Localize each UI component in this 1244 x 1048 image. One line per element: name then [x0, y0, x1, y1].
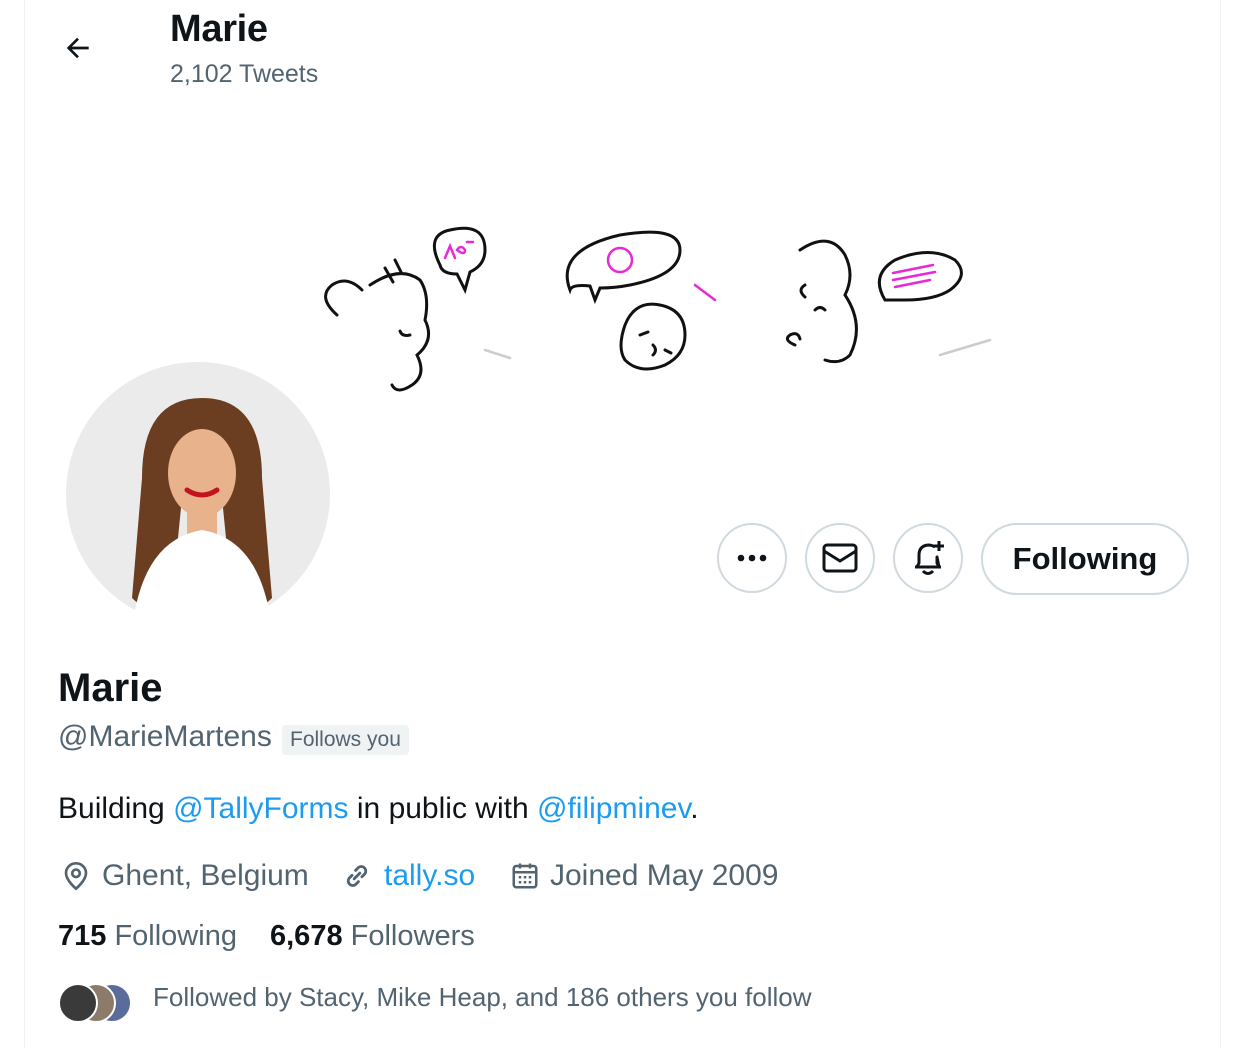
more-horizontal-icon	[737, 554, 767, 562]
location-pin-icon	[64, 861, 88, 891]
location: Ghent, Belgium	[60, 856, 309, 896]
profile-photo	[66, 362, 330, 626]
bio-text: in public with	[348, 792, 537, 825]
join-date-text: Joined May 2009	[550, 859, 779, 892]
doodle-face-left	[324, 258, 431, 392]
bio-text: .	[690, 792, 699, 825]
join-date: Joined May 2009	[510, 856, 779, 896]
followers-count-link[interactable]: 6,678 Followers	[270, 920, 475, 953]
mention-link[interactable]: @filipminev	[537, 792, 690, 825]
speech-bubble-numbers	[565, 230, 682, 305]
followed-by-text[interactable]: Followed by Stacy, Mike Heap, and 186 ot…	[153, 982, 812, 1013]
followers-you-know-avatars[interactable]	[58, 983, 132, 1023]
calendar-icon	[512, 863, 538, 889]
user-handle: @MarieMartens	[58, 720, 272, 753]
followers-label: Followers	[350, 920, 475, 952]
location-text: Ghent, Belgium	[102, 859, 309, 892]
following-label: Following	[114, 920, 237, 952]
following-button[interactable]: Following	[981, 523, 1189, 595]
follows-you-badge: Follows you	[282, 725, 409, 755]
arrow-left-icon	[66, 37, 89, 59]
speech-bubble-nop	[432, 226, 487, 295]
following-count: 715	[58, 920, 107, 952]
display-name: Marie	[58, 666, 163, 710]
doodle-face-middle	[619, 302, 687, 371]
link-icon	[346, 865, 368, 887]
speech-bubble-exclaim	[877, 251, 963, 302]
notifications-button[interactable]	[893, 523, 963, 593]
website: tally.so	[340, 856, 475, 896]
header-title: Marie	[170, 8, 268, 50]
mention-link[interactable]: @TallyForms	[173, 792, 348, 825]
envelope-icon	[822, 543, 858, 573]
tweet-count: 2,102 Tweets	[170, 60, 319, 88]
following-count-link[interactable]: 715 Following	[58, 920, 237, 953]
more-options-button[interactable]	[717, 523, 787, 593]
doodle-face-right	[785, 239, 858, 364]
website-link[interactable]: tally.so	[384, 859, 475, 893]
message-button[interactable]	[805, 523, 875, 593]
followers-count: 6,678	[270, 920, 343, 952]
bio-text: Building	[58, 792, 174, 825]
avatar	[58, 983, 98, 1023]
back-button[interactable]	[52, 22, 104, 74]
bell-plus-icon	[915, 541, 944, 575]
bio: Building @TallyForms in public with @fil…	[58, 792, 699, 826]
profile-avatar[interactable]	[62, 358, 334, 630]
